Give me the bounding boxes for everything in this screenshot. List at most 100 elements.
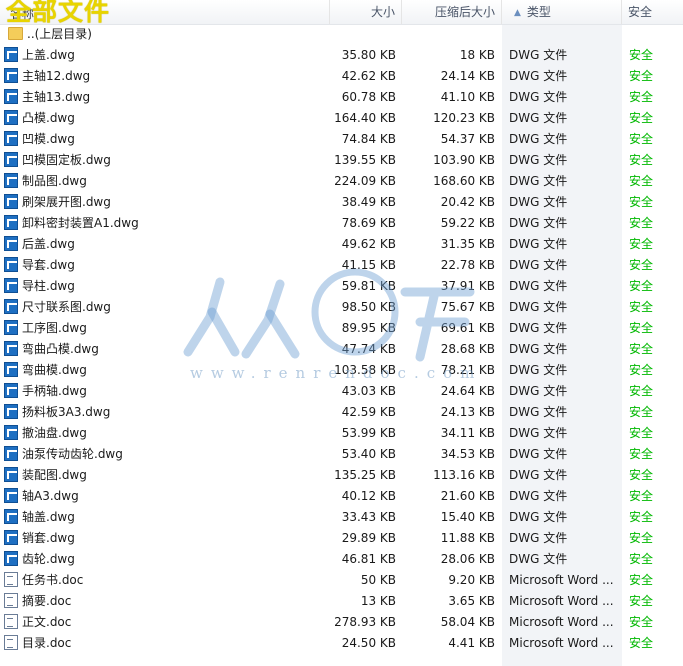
watermark-url: www.renrendoc.com xyxy=(190,364,483,382)
file-size: 164.40 KB xyxy=(334,111,396,125)
file-compressed-size: 34.53 KB xyxy=(440,447,495,461)
header-security[interactable]: 安全 xyxy=(622,0,683,24)
file-row[interactable]: 凸模.dwg 164.40 KB 120.23 KB DWG 文件 安全 xyxy=(0,108,683,129)
security-status: 安全 xyxy=(629,279,654,293)
header-type[interactable]: ▲ 类型 xyxy=(502,0,622,24)
security-status: 安全 xyxy=(629,447,654,461)
file-row[interactable]: 卸料密封装置A1.dwg 78.69 KB 59.22 KB DWG 文件 安全 xyxy=(0,213,683,234)
file-row[interactable]: 导柱.dwg 59.81 KB 37.91 KB DWG 文件 安全 xyxy=(0,276,683,297)
file-type: DWG 文件 xyxy=(509,279,568,293)
file-size: 53.40 KB xyxy=(341,447,396,461)
file-row[interactable]: 撤油盘.dwg 53.99 KB 34.11 KB DWG 文件 安全 xyxy=(0,423,683,444)
file-size: 47.74 KB xyxy=(341,342,396,356)
file-name: 轴盖.dwg xyxy=(22,510,75,524)
security-status: 安全 xyxy=(629,153,654,167)
file-row[interactable]: 制品图.dwg 224.09 KB 168.60 KB DWG 文件 安全 xyxy=(0,171,683,192)
file-type: DWG 文件 xyxy=(509,69,568,83)
file-row[interactable]: 手柄轴.dwg 43.03 KB 24.64 KB DWG 文件 安全 xyxy=(0,381,683,402)
file-name: 工序图.dwg xyxy=(22,321,87,335)
file-compressed-size: 28.68 KB xyxy=(440,342,495,356)
file-name: 正文.doc xyxy=(22,615,72,629)
dwg-file-icon xyxy=(4,404,18,419)
file-row[interactable]: 任务书.doc 50 KB 9.20 KB Microsoft Word ... 安全 xyxy=(0,570,683,591)
file-row[interactable]: 主轴13.dwg 60.78 KB 41.10 KB DWG 文件 安全 xyxy=(0,87,683,108)
file-row[interactable]: 尺寸联系图.dwg 98.50 KB 75.67 KB DWG 文件 安全 xyxy=(0,297,683,318)
file-type: DWG 文件 xyxy=(509,426,568,440)
file-name: 目录.doc xyxy=(22,636,72,650)
file-row[interactable]: 油泵传动齿轮.dwg 53.40 KB 34.53 KB DWG 文件 安全 xyxy=(0,444,683,465)
file-row[interactable]: 凹模.dwg 74.84 KB 54.37 KB DWG 文件 安全 xyxy=(0,129,683,150)
dwg-file-icon xyxy=(4,152,18,167)
file-compressed-size: 11.88 KB xyxy=(440,531,495,545)
file-row[interactable]: 目录.doc 24.50 KB 4.41 KB Microsoft Word ... 安… xyxy=(0,633,683,654)
dwg-file-icon xyxy=(4,425,18,440)
file-compressed-size: 54.37 KB xyxy=(440,132,495,146)
file-size: 46.81 KB xyxy=(341,552,396,566)
security-status: 安全 xyxy=(629,405,654,419)
security-status: 安全 xyxy=(629,489,654,503)
security-status: 安全 xyxy=(629,321,654,335)
file-list: ..(上层目录) 上盖.dwg 35.80 KB 18 KB DWG 文件 安全 主轴12… xyxy=(0,24,683,654)
file-type: DWG 文件 xyxy=(509,363,568,377)
security-status: 安全 xyxy=(629,174,654,188)
file-compressed-size: 9.20 KB xyxy=(448,573,495,587)
file-compressed-size: 59.22 KB xyxy=(440,216,495,230)
file-row[interactable]: 工序图.dwg 89.95 KB 69.61 KB DWG 文件 安全 xyxy=(0,318,683,339)
file-size: 60.78 KB xyxy=(341,90,396,104)
file-type: DWG 文件 xyxy=(509,510,568,524)
file-name: 摘要.doc xyxy=(22,594,72,608)
file-size: 13 KB xyxy=(360,594,396,608)
file-name: 导套.dwg xyxy=(22,258,75,272)
file-size: 49.62 KB xyxy=(341,237,396,251)
file-row[interactable]: 扬料板3A3.dwg 42.59 KB 24.13 KB DWG 文件 安全 xyxy=(0,402,683,423)
file-size: 42.62 KB xyxy=(341,69,396,83)
security-status: 安全 xyxy=(629,69,654,83)
file-size: 33.43 KB xyxy=(341,510,396,524)
file-row[interactable]: 导套.dwg 41.15 KB 22.78 KB DWG 文件 安全 xyxy=(0,255,683,276)
file-name: 手柄轴.dwg xyxy=(22,384,87,398)
security-status: 安全 xyxy=(629,258,654,272)
header-size[interactable]: 大小 xyxy=(330,0,402,24)
security-status: 安全 xyxy=(629,216,654,230)
file-type: DWG 文件 xyxy=(509,531,568,545)
file-type: Microsoft Word ... xyxy=(509,594,614,608)
overlay-title: 全部文件 xyxy=(6,0,111,26)
header-name[interactable]: 名称 全部文件 xyxy=(0,0,330,26)
dwg-file-icon xyxy=(4,446,18,461)
file-name: 弯曲模.dwg xyxy=(22,363,87,377)
dwg-file-icon xyxy=(4,299,18,314)
file-row[interactable]: 装配图.dwg 135.25 KB 113.16 KB DWG 文件 安全 xyxy=(0,465,683,486)
file-type: DWG 文件 xyxy=(509,90,568,104)
file-row[interactable]: 正文.doc 278.93 KB 58.04 KB Microsoft Word ..… xyxy=(0,612,683,633)
file-compressed-size: 103.90 KB xyxy=(433,153,495,167)
file-row[interactable]: 主轴12.dwg 42.62 KB 24.14 KB DWG 文件 安全 xyxy=(0,66,683,87)
word-document-icon xyxy=(4,614,18,629)
file-row[interactable]: 弯曲凸模.dwg 47.74 KB 28.68 KB DWG 文件 安全 xyxy=(0,339,683,360)
security-status: 安全 xyxy=(629,468,654,482)
header-compressed-size[interactable]: 压缩后大小 xyxy=(402,0,502,24)
file-name: 导柱.dwg xyxy=(22,279,75,293)
file-row[interactable]: 上盖.dwg 35.80 KB 18 KB DWG 文件 安全 xyxy=(0,45,683,66)
file-row[interactable]: 刷架展开图.dwg 38.49 KB 20.42 KB DWG 文件 安全 xyxy=(0,192,683,213)
file-compressed-size: 58.04 KB xyxy=(440,615,495,629)
security-status: 安全 xyxy=(629,48,654,62)
file-compressed-size: 69.61 KB xyxy=(440,321,495,335)
security-status: 安全 xyxy=(629,636,654,650)
dwg-file-icon xyxy=(4,47,18,62)
file-row[interactable]: 轴盖.dwg 33.43 KB 15.40 KB DWG 文件 安全 xyxy=(0,507,683,528)
file-name: 撤油盘.dwg xyxy=(22,426,87,440)
parent-directory-label: ..(上层目录) xyxy=(27,27,92,41)
file-type: DWG 文件 xyxy=(509,321,568,335)
file-row[interactable]: 后盖.dwg 49.62 KB 31.35 KB DWG 文件 安全 xyxy=(0,234,683,255)
file-row[interactable]: 摘要.doc 13 KB 3.65 KB Microsoft Word ... 安全 xyxy=(0,591,683,612)
file-row[interactable]: 凹模固定板.dwg 139.55 KB 103.90 KB DWG 文件 安全 xyxy=(0,150,683,171)
file-compressed-size: 24.13 KB xyxy=(440,405,495,419)
file-row[interactable]: 轴A3.dwg 40.12 KB 21.60 KB DWG 文件 安全 xyxy=(0,486,683,507)
file-size: 139.55 KB xyxy=(334,153,396,167)
file-row[interactable]: 齿轮.dwg 46.81 KB 28.06 KB DWG 文件 安全 xyxy=(0,549,683,570)
file-compressed-size: 20.42 KB xyxy=(440,195,495,209)
file-compressed-size: 41.10 KB xyxy=(440,90,495,104)
file-row[interactable]: 销套.dwg 29.89 KB 11.88 KB DWG 文件 安全 xyxy=(0,528,683,549)
file-type: DWG 文件 xyxy=(509,447,568,461)
parent-directory-row[interactable]: ..(上层目录) xyxy=(0,24,683,45)
